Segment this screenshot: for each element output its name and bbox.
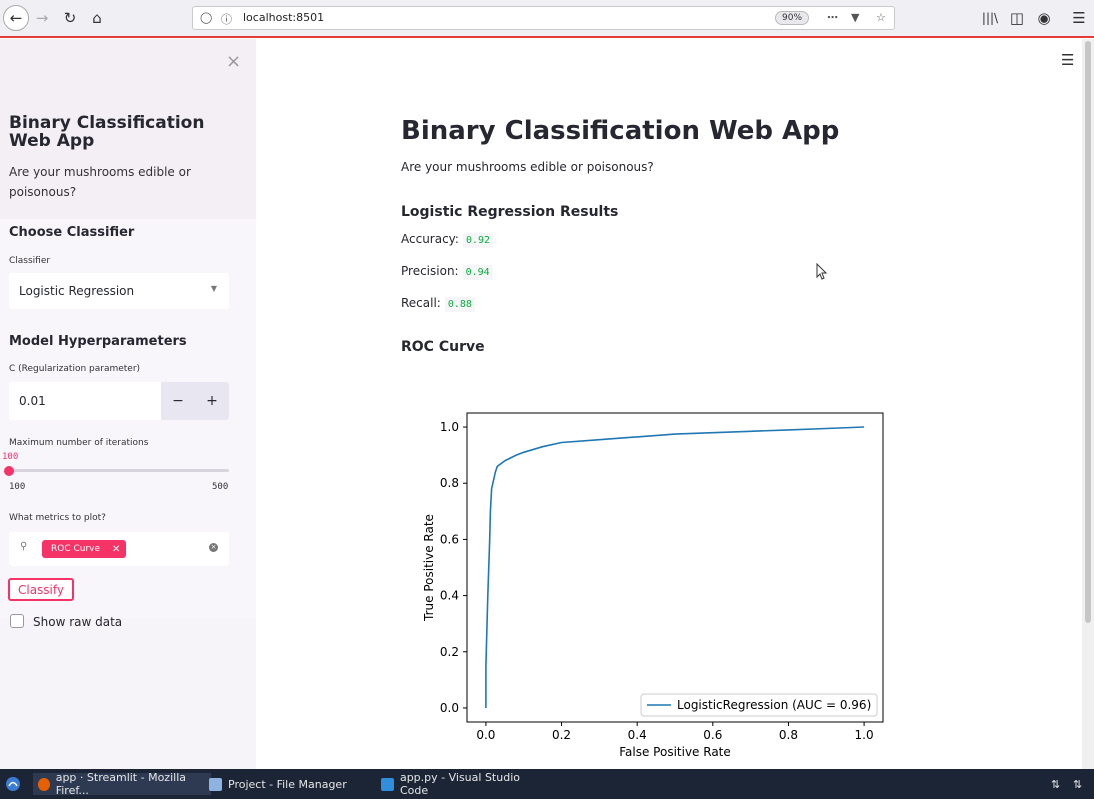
page-actions-icon[interactable]: ⋯ — [827, 11, 838, 24]
precision-line: Precision: 0.94 — [401, 264, 493, 280]
x-axis-label: False Positive Rate — [619, 745, 731, 759]
y-tick-label: 0.4 — [440, 589, 459, 603]
sidebar-toggle-icon[interactable]: ◫ — [1006, 7, 1028, 29]
zoom-indicator[interactable]: 90% — [775, 11, 810, 25]
roc-chart: 0.0 0.2 0.4 0.6 0.8 1.0 0.0 0.2 0.4 0.6 0.8 1.0 Fals… — [422, 412, 884, 759]
bookmark-star-icon[interactable]: ☆ — [876, 11, 886, 24]
hamburger-menu-icon[interactable]: ☰ — [1061, 51, 1074, 69]
x-tick-label: 0.0 — [476, 728, 495, 742]
hyperparameters-heading: Model Hyperparameters — [9, 334, 187, 349]
sidebar-title: Binary Classification Web App — [9, 113, 205, 151]
clear-all-icon[interactable]: × — [209, 543, 218, 552]
remove-tag-icon[interactable]: ✕ — [112, 544, 120, 555]
loading-bar — [0, 36, 1094, 38]
y-axis-label: True Positive Rate — [422, 514, 436, 622]
vscode-icon — [381, 777, 394, 791]
reload-icon[interactable]: ↻ — [59, 7, 81, 29]
scrollbar-thumb[interactable] — [1085, 41, 1091, 623]
precision-label: Precision: — [401, 264, 459, 278]
accuracy-label: Accuracy: — [401, 232, 459, 246]
back-icon[interactable]: ← — [3, 5, 29, 31]
taskbar-item-firefox[interactable]: app · Streamlit - Mozilla Firef... — [33, 771, 211, 797]
show-raw-data-label[interactable]: Show raw data — [33, 615, 122, 629]
c-input-field[interactable]: 0.01 — [9, 382, 161, 420]
url-text[interactable]: localhost:8501 — [243, 11, 324, 24]
close-sidebar-icon[interactable]: × — [226, 51, 241, 72]
c-number-input: 0.01 − + — [9, 382, 229, 420]
c-label: C (Regularization parameter) — [9, 364, 141, 374]
search-icon: ⚲ — [20, 541, 28, 552]
taskbar-item-vscode[interactable]: app.py - Visual Studio Code — [376, 771, 556, 797]
show-raw-data-checkbox[interactable] — [10, 614, 24, 628]
y-tick-label: 0.6 — [440, 532, 459, 546]
forward-icon[interactable]: → — [31, 7, 53, 29]
iterations-label: Maximum number of iterations — [9, 438, 149, 448]
taskbar-item-label: app.py - Visual Studio Code — [399, 771, 520, 797]
precision-value: 0.94 — [462, 265, 493, 280]
account-icon[interactable]: ◉ — [1033, 7, 1055, 29]
roc-heading: ROC Curve — [401, 339, 485, 355]
accuracy-value: 0.92 — [462, 233, 494, 248]
recall-line: Recall: 0.88 — [401, 296, 475, 312]
taskbar-item-file-manager[interactable]: Project - File Manager — [204, 773, 382, 795]
slider-min-label: 100 — [9, 482, 26, 492]
metric-tag-label: ROC Curve — [51, 544, 101, 554]
x-tick-label: 0.8 — [779, 728, 798, 742]
results-heading: Logistic Regression Results — [401, 204, 619, 220]
accuracy-line: Accuracy: 0.92 — [401, 232, 494, 248]
classifier-select[interactable]: Logistic Regression ▼ — [9, 273, 229, 309]
y-tick-label: 1.0 — [440, 420, 459, 434]
increment-button[interactable]: + — [195, 382, 229, 420]
chevron-down-icon: ▼ — [210, 284, 217, 293]
iterations-slider[interactable] — [9, 469, 229, 472]
y-tick-label: 0.2 — [440, 645, 459, 659]
recall-value: 0.88 — [444, 297, 475, 312]
start-menu-icon[interactable] — [0, 773, 30, 795]
x-tick-label: 0.2 — [552, 728, 571, 742]
y-tick-label: 0.8 — [440, 476, 459, 490]
classifier-label: Classifier — [9, 256, 51, 266]
library-icon[interactable]: |||\ — [979, 7, 1001, 29]
decrement-button[interactable]: − — [161, 382, 195, 420]
classifier-value: Logistic Regression — [19, 284, 135, 298]
plot-frame — [466, 412, 884, 723]
shield-icon[interactable]: ◯ — [200, 11, 212, 24]
taskbar-item-label: app · Streamlit - Mozilla Firef... — [55, 771, 186, 797]
browser-toolbar: ← → ↻ ⌂ ◯ ⓘ localhost:8501 90% ⋯ ▼ ☆ |||… — [0, 0, 1094, 38]
x-tick-label: 0.6 — [703, 728, 722, 742]
metrics-label: What metrics to plot? — [9, 513, 106, 523]
firefox-icon — [38, 777, 50, 791]
recall-label: Recall: — [401, 296, 441, 310]
slider-current-value: 100 — [2, 452, 19, 462]
page-scrollbar[interactable] — [1082, 39, 1094, 769]
x-tick-label: 1.0 — [855, 728, 874, 742]
menu-icon[interactable]: ☰ — [1068, 7, 1090, 29]
slider-max-label: 500 — [212, 482, 229, 492]
legend-label: LogisticRegression (AUC = 0.96) — [677, 698, 871, 712]
metrics-multiselect[interactable]: ⚲ ROC Curve ✕ × — [9, 532, 229, 566]
taskbar: app · Streamlit - Mozilla Firef... Proje… — [0, 769, 1094, 799]
c-value: 0.01 — [19, 394, 46, 408]
classify-button[interactable]: Classify — [8, 578, 74, 601]
taskbar-item-label: Project - File Manager — [228, 777, 347, 791]
x-tick-label: 0.4 — [628, 728, 647, 742]
sidebar: × Binary Classification Web App Are your… — [0, 39, 256, 769]
info-icon[interactable]: ⓘ — [221, 11, 232, 27]
choose-classifier-heading: Choose Classifier — [9, 225, 135, 240]
sidebar-subtitle: Are your mushrooms edible or poisonous? — [9, 165, 191, 199]
page-subtitle: Are your mushrooms edible or poisonous? — [401, 160, 654, 174]
url-bar[interactable]: ◯ ⓘ localhost:8501 90% ⋯ ▼ ☆ — [192, 6, 895, 30]
mouse-cursor-icon — [816, 263, 828, 280]
home-icon[interactable]: ⌂ — [86, 7, 108, 29]
page-title: Binary Classification Web App — [401, 116, 840, 146]
folder-icon — [209, 777, 222, 791]
slider-handle[interactable] — [4, 466, 14, 476]
y-tick-label: 0.0 — [440, 701, 459, 715]
metric-tag: ROC Curve ✕ — [42, 540, 127, 558]
pocket-icon[interactable]: ▼ — [851, 11, 859, 24]
network-activity-icon[interactable]: ⇅ — [1068, 773, 1094, 795]
